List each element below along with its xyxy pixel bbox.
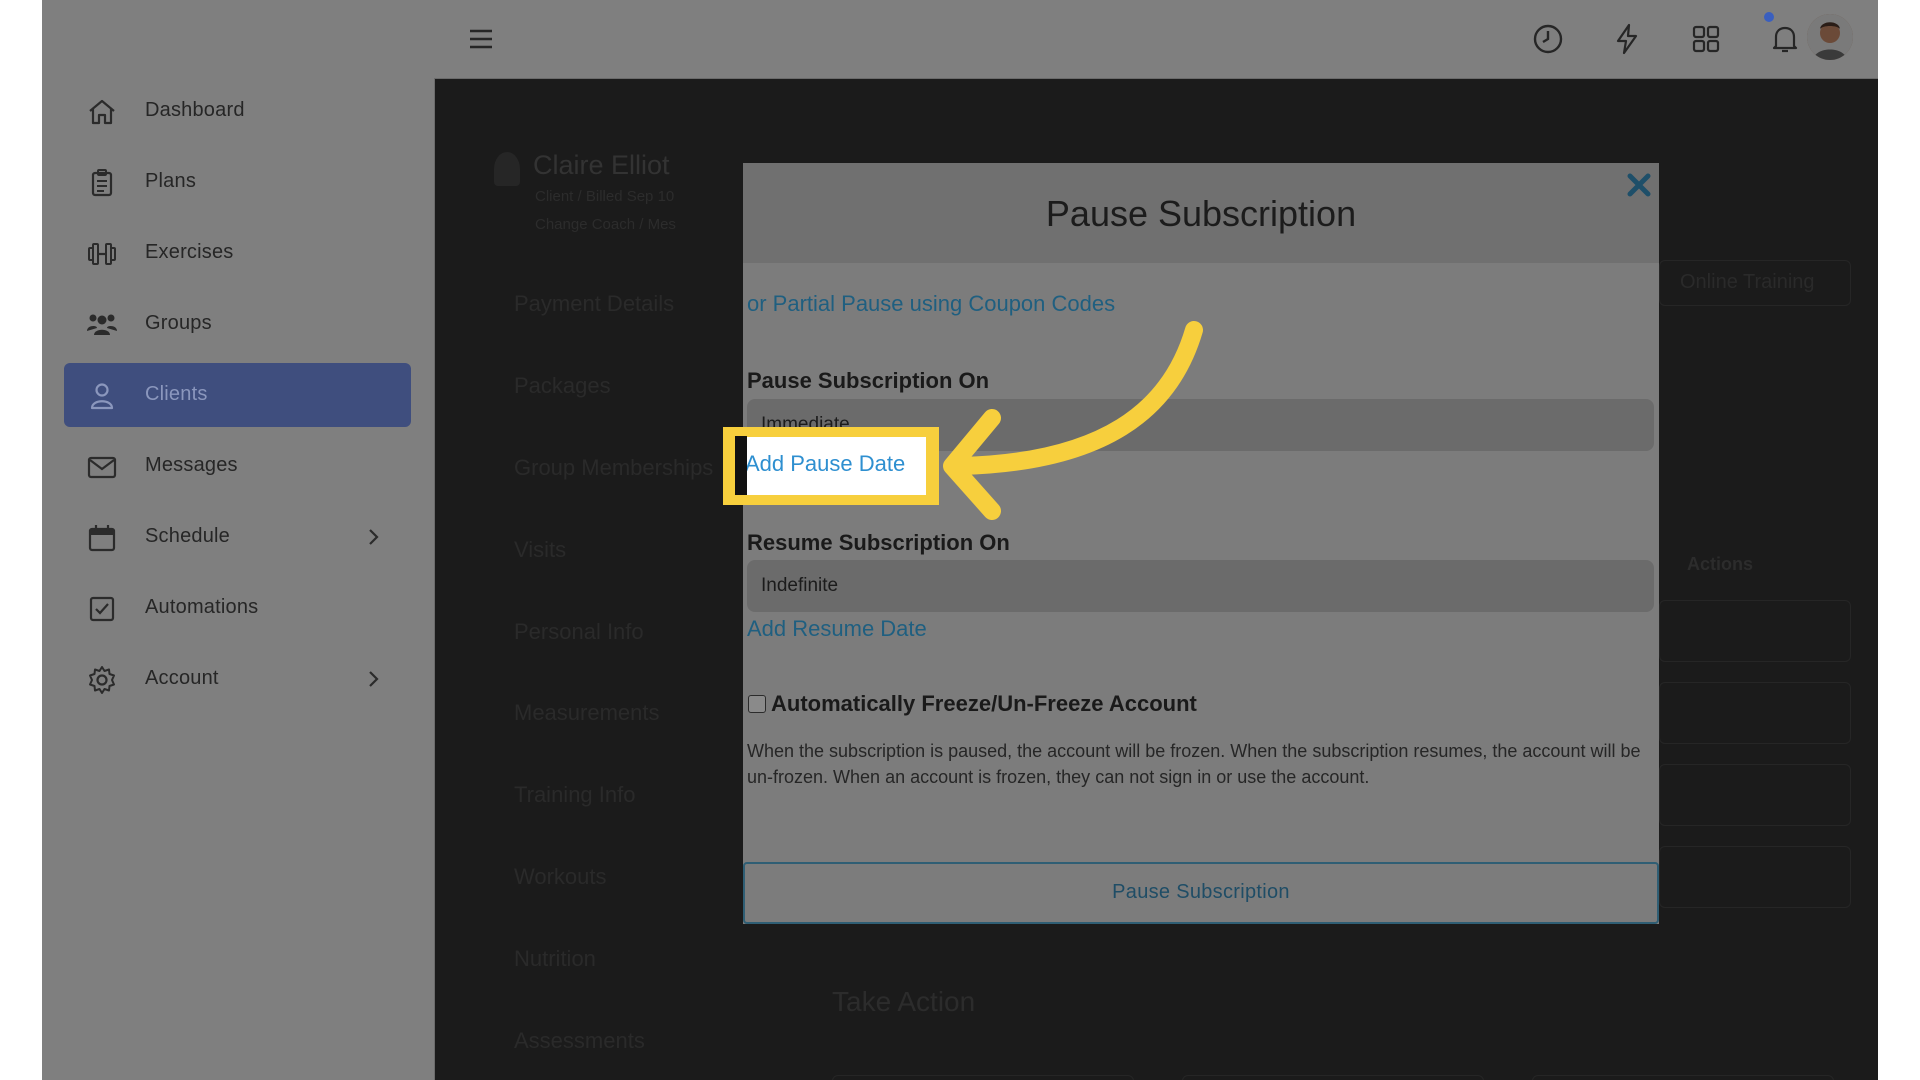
arrow-annotation bbox=[943, 321, 1203, 520]
app-window: Dashboard Plans Exercises Groups Clients bbox=[42, 0, 1878, 1080]
